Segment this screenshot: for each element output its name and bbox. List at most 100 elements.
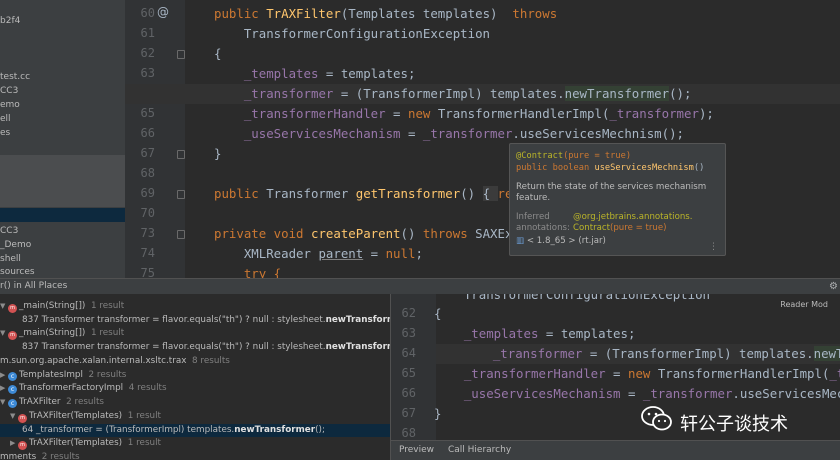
code-text: =: [363, 246, 386, 261]
tree-item-label: _Demo: [0, 240, 32, 250]
line-number: 63: [401, 326, 416, 340]
tree-item[interactable]: CC3: [0, 224, 125, 238]
result-usage-row[interactable]: 837 Transformer transformer = flavor.equ…: [0, 314, 390, 327]
fold-marker-icon[interactable]: [177, 50, 185, 59]
usage-code-tail: ();: [315, 425, 325, 435]
line-number: 74: [140, 246, 155, 260]
tree-item[interactable]: ell: [0, 112, 125, 126]
result-count: 1 result: [90, 328, 125, 338]
result-method-row[interactable]: ▶ m TrAXFilter(Templates) 1 result: [0, 437, 390, 450]
tree-item[interactable]: test.cc: [0, 70, 125, 84]
code-text: =: [385, 106, 408, 121]
code-text: XMLReader: [214, 246, 319, 261]
class-icon: c: [8, 385, 17, 394]
result-name: _main(String[]): [19, 301, 86, 311]
doc-signature-keywords: public boolean: [516, 163, 595, 173]
code-text: {: [214, 46, 222, 61]
preview-tabs: Preview Call Hierarchy: [390, 440, 840, 460]
tree-item[interactable]: _Demo: [0, 238, 125, 252]
doc-annotations-label: annotations:: [516, 223, 570, 233]
result-count: 2 results: [41, 452, 80, 460]
tree-item-label: test.cc: [0, 72, 31, 82]
tree-item[interactable]: shell: [0, 252, 125, 266]
result-name: TemplatesImpl: [19, 370, 83, 380]
result-group-row[interactable]: mments 2 results: [0, 451, 390, 460]
tree-item-label: CC3: [0, 226, 19, 236]
tree-selected-row[interactable]: [0, 208, 125, 222]
result-package-row[interactable]: m.sun.org.apache.xalan.internal.xsltc.tr…: [0, 355, 390, 368]
folded-code[interactable]: {: [482, 186, 498, 201]
chevron-down-icon[interactable]: ▼: [0, 300, 8, 313]
usage-code: 837 Transformer transformer = flavor.equ…: [22, 315, 326, 325]
field-name: _transformer: [243, 86, 334, 101]
chevron-right-icon[interactable]: ▶: [0, 382, 8, 395]
line-number: 66: [140, 126, 155, 140]
preview-code-line: {: [434, 304, 441, 324]
result-class-row[interactable]: ▶ c TransformerFactoryImpl 4 results: [0, 382, 390, 395]
gear-icon[interactable]: ⚙: [829, 279, 838, 294]
tab-preview[interactable]: Preview: [391, 441, 442, 460]
field-name: _templates: [463, 326, 539, 341]
field-name: _transformer: [422, 126, 513, 141]
tree-item[interactable]: b2f4: [0, 14, 125, 28]
code-text: =: [620, 386, 643, 401]
wechat-logo-icon: [641, 406, 672, 431]
tree-item[interactable]: es: [0, 126, 125, 140]
reader-mode-toggle[interactable]: Reader Mod: [780, 300, 828, 309]
keyword: null: [385, 246, 416, 261]
code-line: }: [214, 144, 221, 164]
result-count: 4 results: [128, 383, 167, 393]
tree-item[interactable]: emo: [0, 98, 125, 112]
fold-marker-icon[interactable]: [177, 150, 185, 159]
code-text: = templates;: [318, 66, 416, 81]
class-icon: c: [8, 372, 17, 381]
fold-marker-icon[interactable]: [177, 190, 185, 199]
tab-call-hierarchy[interactable]: Call Hierarchy: [440, 441, 519, 460]
code-line: {: [214, 44, 221, 64]
result-usage-row-selected[interactable]: 64 _transformer = (TransformerImpl) temp…: [0, 424, 390, 437]
result-method-row[interactable]: ▼ m _main(String[]) 1 result: [0, 300, 390, 313]
chevron-right-icon[interactable]: ▶: [0, 369, 8, 382]
result-class-row[interactable]: ▼ c TrAXFilter 2 results: [0, 396, 390, 409]
usages-results-tree[interactable]: ▼ m _main(String[]) 1 result 837 Transform…: [0, 294, 390, 460]
chevron-down-icon[interactable]: ▼: [0, 396, 8, 409]
result-class-row[interactable]: ▶ c TemplatesImpl 2 results: [0, 369, 390, 382]
result-method-row[interactable]: ▼ m _main(String[]) 1 result: [0, 327, 390, 340]
override-icon[interactable]: @: [157, 5, 169, 19]
line-number: 60: [140, 6, 155, 20]
library-icon: ▥: [516, 236, 525, 246]
code-text: = templates;: [538, 326, 636, 341]
field-name: _transformer: [609, 106, 699, 121]
code-editor[interactable]: 60 61 62 63 64 65 66 67 68 69 70 73 74 7…: [125, 0, 840, 278]
tree-item-label: emo: [0, 100, 20, 110]
result-usage-row[interactable]: 837 Transformer transformer = flavor.equ…: [0, 341, 390, 354]
method-call-highlight[interactable]: newTransformer: [564, 86, 670, 101]
result-count: 1 result: [127, 411, 161, 421]
code-text: .useServicesMechnism();: [512, 126, 684, 141]
chevron-down-icon[interactable]: ▼: [0, 327, 8, 340]
tree-item-label: es: [0, 128, 11, 138]
line-number: 75: [140, 266, 155, 278]
keyword: try {: [214, 266, 282, 278]
method-icon: m: [18, 441, 27, 450]
more-options-icon[interactable]: ⋮: [709, 242, 718, 252]
fold-marker-icon[interactable]: [177, 230, 185, 239]
code-text: );: [698, 106, 714, 121]
method-name: TrAXFilter: [266, 6, 341, 21]
quick-documentation-popup[interactable]: @Contract(pure = true) public boolean us…: [509, 143, 726, 256]
tree-selection-band: [0, 155, 125, 207]
result-method-row[interactable]: ▼ m TrAXFilter(Templates) 1 result: [0, 410, 390, 423]
chevron-down-icon[interactable]: ▼: [10, 410, 18, 423]
field-name: _transformer: [642, 386, 733, 401]
chevron-right-icon[interactable]: ▶: [10, 437, 18, 450]
tree-item[interactable]: CC3: [0, 84, 125, 98]
doc-annotation-name[interactable]: Contract: [573, 223, 610, 233]
doc-inferred-value[interactable]: @org.jetbrains.annotations.: [573, 212, 693, 222]
tree-item[interactable]: sources: [0, 265, 125, 278]
code-text: TransformerHandlerImpl(: [430, 106, 610, 121]
result-name: TransformerFactoryImpl: [19, 383, 124, 393]
result-name: TrAXFilter(Templates): [29, 438, 123, 448]
